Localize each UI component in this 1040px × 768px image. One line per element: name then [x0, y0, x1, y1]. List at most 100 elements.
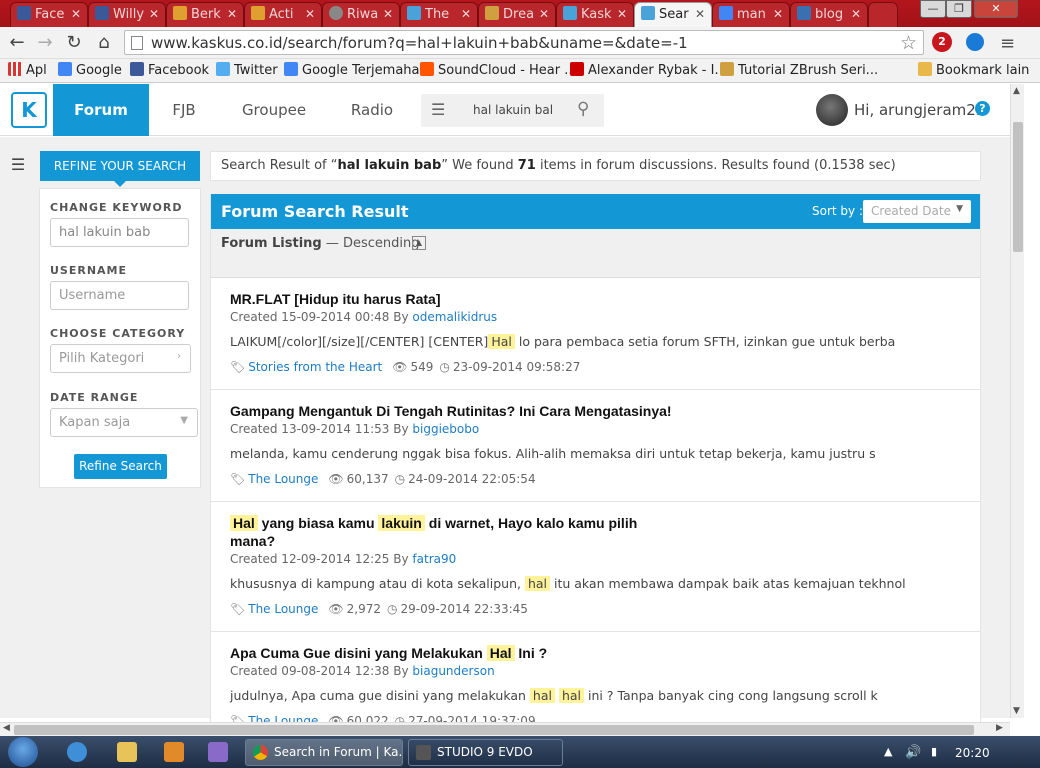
close-tab-icon[interactable]: ✕ [305, 7, 315, 21]
address-bar[interactable]: www.kaskus.co.id/search/forum?q=hal+laku… [124, 30, 924, 55]
browser-tab[interactable]: Face ✕ [10, 2, 88, 27]
category-link[interactable]: The Lounge [248, 472, 318, 486]
sort-toggle-icon[interactable]: ▲ [412, 236, 426, 250]
media-player-icon[interactable] [164, 742, 184, 762]
category-link[interactable]: Stories from the Heart [248, 360, 382, 374]
bookmark-apps[interactable]: Apl [8, 62, 47, 78]
scroll-right-icon[interactable]: ▶ [996, 723, 1003, 733]
thread-title-link[interactable]: Gampang Mengantuk Di Tengah Rutinitas? I… [230, 402, 730, 420]
chrome-menu-icon[interactable]: ≡ [1000, 33, 1016, 54]
author-link[interactable]: biagunderson [412, 664, 494, 678]
clock[interactable]: 20:20 [955, 746, 990, 760]
author-link[interactable]: odemalikidrus [412, 310, 497, 324]
scroll-down-icon[interactable]: ▼ [1013, 706, 1020, 716]
search-icon[interactable]: ⚲ [577, 99, 589, 119]
task-studio9[interactable]: STUDIO 9 EVDO [408, 739, 563, 766]
film-icon [416, 745, 431, 760]
site-search[interactable]: ☰ hal lakuin bal ⚲ [421, 94, 604, 127]
back-arrow-icon[interactable]: ← [6, 32, 28, 54]
user-greeting[interactable]: Hi, arungjeram25 [854, 101, 985, 119]
refine-search-tab[interactable]: REFINE YOUR SEARCH [40, 151, 200, 187]
minimize-button[interactable]: — [920, 0, 946, 18]
nav-radio[interactable]: Radio [342, 84, 402, 136]
browser-tab[interactable]: Riwa ✕ [322, 2, 400, 27]
horizontal-scrollbar[interactable]: ◀ ▶ [0, 722, 1010, 736]
folder-icon[interactable] [117, 742, 137, 762]
app-icon[interactable] [208, 742, 228, 762]
nav-forum[interactable]: Forum [53, 84, 149, 136]
task-chrome[interactable]: Search in Forum | Ka... [245, 739, 403, 766]
bookmark-zbrush[interactable]: Tutorial ZBrush Seri... [720, 62, 878, 78]
close-tab-icon[interactable]: ✕ [617, 7, 627, 21]
scroll-left-icon[interactable]: ◀ [3, 723, 10, 733]
help-icon[interactable]: ? [975, 101, 990, 116]
bookmarks-bar: Apl Google Facebook Twitter Google Terje… [0, 59, 1040, 83]
browser-tab-active[interactable]: Sear ✕ [634, 2, 712, 27]
close-tab-icon[interactable]: ✕ [539, 7, 549, 21]
thread-title-link[interactable]: Apa Cuma Gue disini yang Melakukan Hal I… [230, 644, 730, 662]
bookmark-youtube[interactable]: Alexander Rybak - I... [570, 62, 727, 78]
sort-select[interactable]: Created Date ▼ [863, 200, 971, 223]
avatar[interactable] [816, 94, 848, 126]
bookmark-facebook[interactable]: Facebook [130, 62, 209, 78]
scrollbar-thumb[interactable] [14, 725, 974, 735]
new-tab-button[interactable] [868, 2, 898, 27]
tray-arrow-icon[interactable]: ▲ [884, 745, 892, 758]
close-tab-icon[interactable]: ✕ [149, 7, 159, 21]
list-icon[interactable]: ☰ [431, 100, 445, 119]
close-tab-icon[interactable]: ✕ [227, 7, 237, 21]
browser-tab[interactable]: blog ✕ [790, 2, 868, 27]
nav-groupee[interactable]: Groupee [236, 84, 312, 136]
close-tab-icon[interactable]: ✕ [851, 7, 861, 21]
bookmark-soundcloud[interactable]: SoundCloud - Hear ... [420, 62, 577, 78]
extension-globe-icon[interactable] [966, 33, 984, 51]
category-label: CHOOSE CATEGORY [50, 327, 186, 340]
bookmark-twitter[interactable]: Twitter [216, 62, 278, 78]
browser-tab[interactable]: man ✕ [712, 2, 790, 27]
scroll-up-icon[interactable]: ▲ [1013, 86, 1020, 96]
bookmark-other[interactable]: Bookmark lain [918, 62, 1029, 78]
clock-icon: ◷ [394, 472, 406, 486]
scrollbar-thumb[interactable] [1013, 122, 1023, 252]
vertical-scrollbar[interactable]: ▲ ▼ [1010, 84, 1024, 718]
close-tab-icon[interactable]: ✕ [695, 7, 705, 21]
category-link[interactable]: The Lounge [248, 602, 318, 616]
site-search-input[interactable]: hal lakuin bal [473, 103, 553, 117]
thread-title-link[interactable]: MR.FLAT [Hidup itu harus Rata] [230, 290, 670, 308]
browser-tab[interactable]: Berk ✕ [166, 2, 244, 27]
date-range-select[interactable]: Kapan saja ▼ [50, 408, 198, 437]
forward-arrow-icon[interactable]: → [34, 32, 56, 54]
keyword-input[interactable]: hal lakuin bab [50, 218, 189, 247]
home-icon[interactable]: ⌂ [93, 32, 115, 54]
volume-icon[interactable]: 🔊 [905, 745, 921, 760]
extension-badge-icon[interactable]: 2 [932, 32, 952, 52]
reload-icon[interactable]: ↻ [63, 32, 85, 54]
browser-tab[interactable]: Acti ✕ [244, 2, 322, 27]
internet-explorer-icon[interactable] [67, 742, 87, 762]
author-link[interactable]: biggiebobo [412, 422, 479, 436]
kaskus-icon [407, 6, 421, 20]
bookmark-star-icon[interactable]: ☆ [900, 32, 917, 54]
maximize-button[interactable]: ❐ [946, 0, 972, 18]
start-button[interactable] [8, 737, 38, 767]
bookmark-google-translate[interactable]: Google Terjemahan [284, 62, 428, 78]
bookmark-google[interactable]: Google [58, 62, 122, 78]
close-tab-icon[interactable]: ✕ [773, 7, 783, 21]
kaskus-logo[interactable]: K [11, 92, 47, 128]
browser-tab[interactable]: Drea ✕ [478, 2, 556, 27]
sidebar-toggle-icon[interactable]: ☰ [4, 152, 32, 178]
category-select[interactable]: Pilih Kategori › [50, 344, 191, 373]
username-input[interactable]: Username [50, 281, 189, 310]
thread-title-link[interactable]: Hal yang biasa kamu lakuin di warnet, Ha… [230, 514, 660, 550]
nav-fjb[interactable]: FJB [160, 84, 208, 136]
close-tab-icon[interactable]: ✕ [71, 7, 81, 21]
refine-search-button[interactable]: Refine Search [74, 454, 167, 479]
close-tab-icon[interactable]: ✕ [383, 7, 393, 21]
author-link[interactable]: fatra90 [412, 552, 456, 566]
network-icon[interactable]: ▮ [931, 745, 937, 758]
window-close-button[interactable]: ✕ [974, 0, 1018, 18]
close-tab-icon[interactable]: ✕ [461, 7, 471, 21]
browser-tab[interactable]: The ✕ [400, 2, 478, 27]
browser-tab[interactable]: Kask ✕ [556, 2, 634, 27]
browser-tab[interactable]: Willy ✕ [88, 2, 166, 27]
